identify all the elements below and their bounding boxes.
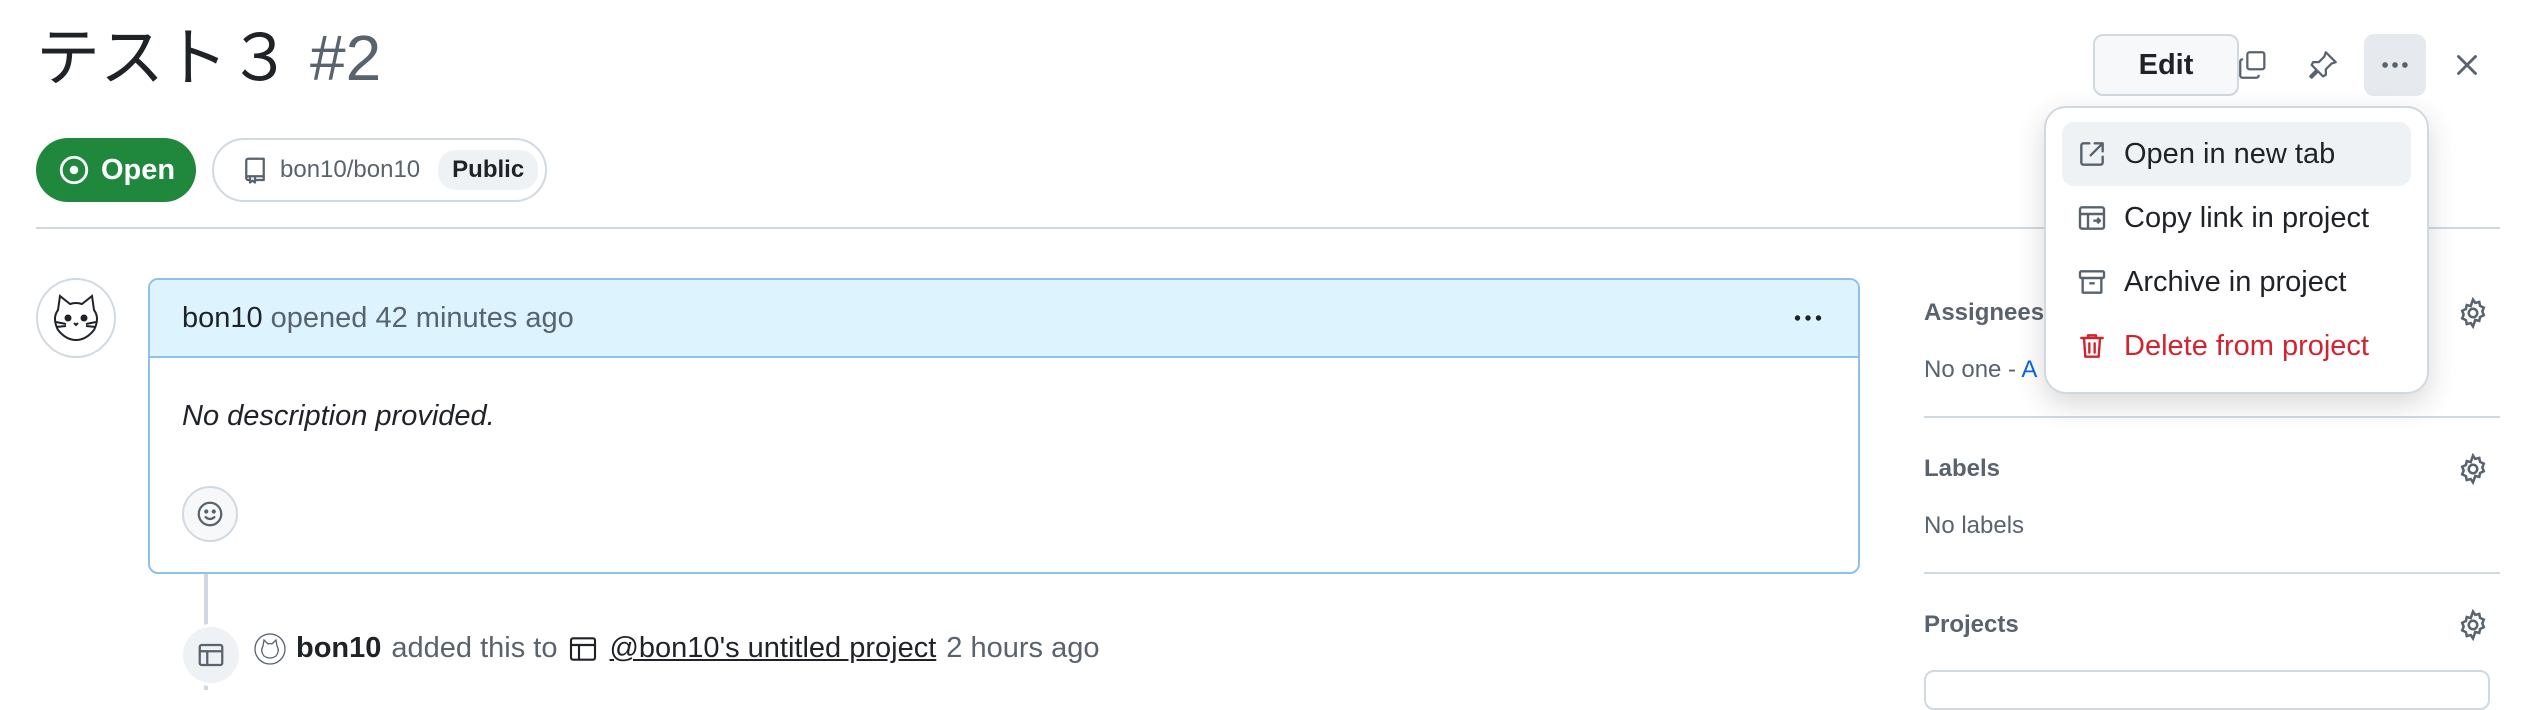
menu-item-label: Copy link in project (2124, 201, 2369, 234)
kebab-icon (1794, 315, 1822, 321)
sidebar-divider (1924, 572, 2500, 574)
close-icon (2457, 55, 2477, 75)
comment-author[interactable]: bon10 (182, 302, 263, 335)
assign-yourself-link[interactable]: A (2021, 356, 2037, 383)
gear-icon[interactable] (2456, 608, 2490, 642)
menu-item-archive[interactable]: Archive in project (2062, 250, 2411, 314)
kebab-icon (2382, 62, 2408, 68)
timeline-time: 2 hours ago (946, 632, 1100, 664)
menu-item-delete[interactable]: Delete from project (2062, 314, 2411, 378)
issue-number: #2 (310, 22, 382, 94)
sidebar-divider (1924, 416, 2500, 418)
issue-comment: bon10 opened 42 minutes ago No descripti… (148, 278, 1860, 574)
timeline-event: bon10 added this to @bon10's untitled pr… (254, 632, 1099, 665)
copy-icon (2239, 51, 2266, 79)
pin-button[interactable] (2292, 34, 2354, 96)
menu-item-label: Open in new tab (2124, 137, 2336, 170)
cat-avatar-icon (54, 294, 98, 342)
projects-label: Projects (1924, 611, 2019, 638)
smiley-icon (197, 501, 223, 527)
assignees-none: No one - (1924, 356, 2022, 383)
more-options-menu: Open in new tab Copy link in project Arc… (2044, 106, 2429, 394)
assignees-value: No one - A (1924, 356, 2037, 384)
external-link-icon (2080, 142, 2104, 166)
timeline-event-icon (180, 624, 242, 686)
comment-meta: opened 42 minutes ago (270, 301, 574, 334)
issue-title-text: テスト３ (36, 22, 292, 94)
archive-icon (2078, 270, 2106, 294)
comment-header: bon10 opened 42 minutes ago (150, 280, 1858, 358)
add-reaction-button[interactable] (182, 486, 238, 542)
visibility-tag: Public (438, 150, 539, 190)
project-table-icon (198, 643, 224, 667)
status-badge: Open (36, 138, 196, 202)
more-options-button[interactable] (2364, 34, 2426, 96)
project-card[interactable] (1924, 670, 2490, 710)
comment-options-button[interactable] (1790, 300, 1826, 336)
gear-icon[interactable] (2456, 296, 2490, 330)
labels-label: Labels (1924, 455, 2001, 482)
close-button[interactable] (2436, 34, 2498, 96)
timeline-project-link[interactable]: @bon10's untitled project (609, 632, 936, 665)
labels-value: No labels (1924, 512, 2025, 539)
gear-icon[interactable] (2456, 452, 2490, 486)
small-avatar-icon (254, 632, 286, 665)
repo-icon (245, 157, 265, 184)
menu-item-label: Delete from project (2124, 329, 2369, 362)
status-label: Open (100, 153, 176, 186)
timeline-action: added this to (391, 632, 558, 664)
avatar[interactable] (36, 278, 116, 358)
project-table-icon (570, 636, 597, 661)
menu-item-open-in-new-tab[interactable]: Open in new tab (2062, 122, 2411, 186)
comment-body: No description provided. (182, 400, 495, 432)
pin-icon (2309, 51, 2337, 79)
menu-item-copy-link[interactable]: Copy link in project (2062, 186, 2411, 250)
timeline-actor[interactable]: bon10 (296, 632, 381, 665)
table-link-icon (2078, 206, 2106, 230)
trash-icon (2080, 334, 2104, 358)
issue-open-icon (59, 155, 89, 185)
repo-pill[interactable]: bon10/bon10 Public (212, 138, 547, 202)
menu-item-label: Archive in project (2124, 265, 2347, 298)
assignees-label: Assignees (1924, 299, 2045, 326)
copy-button[interactable] (2222, 34, 2284, 96)
repo-name: bon10/bon10 (280, 156, 421, 183)
issue-title: テスト３ #2 (36, 26, 381, 90)
edit-button[interactable]: Edit (2093, 34, 2239, 96)
